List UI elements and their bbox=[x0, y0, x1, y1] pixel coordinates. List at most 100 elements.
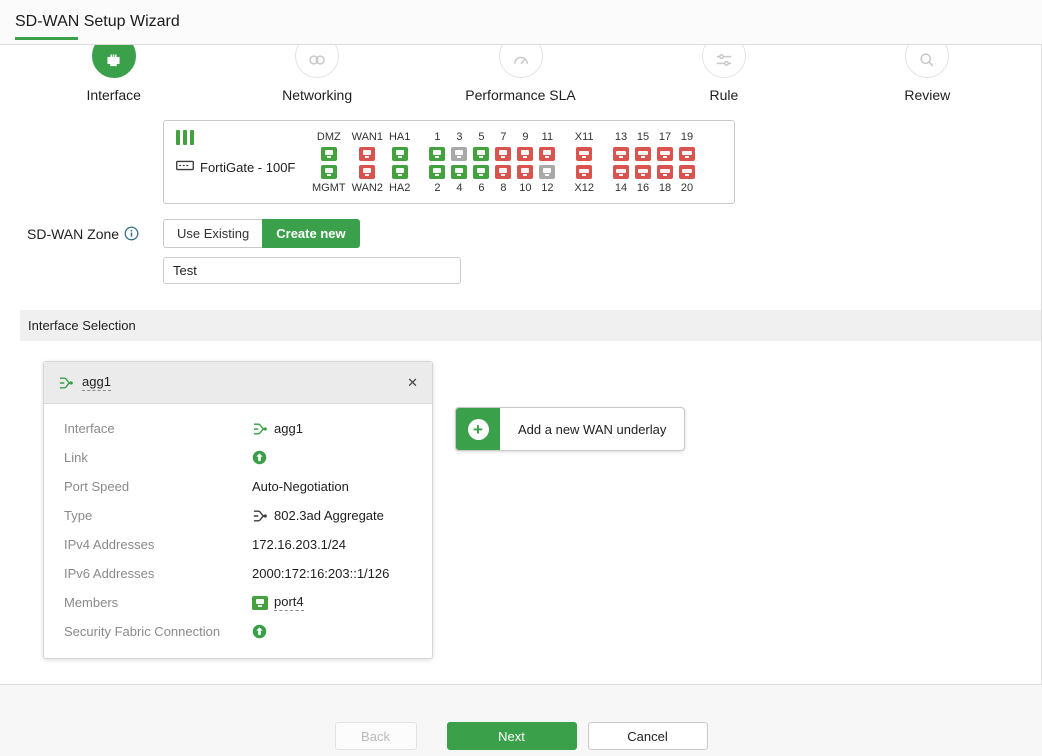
port-label: 10 bbox=[519, 181, 531, 196]
port-11-icon bbox=[539, 147, 555, 161]
step-performance-sla[interactable]: Performance SLA bbox=[419, 45, 622, 103]
port-12-icon bbox=[539, 165, 555, 179]
add-wan-underlay-button[interactable]: + Add a new WAN underlay bbox=[455, 407, 685, 451]
link-up-icon bbox=[252, 450, 267, 465]
step-networking[interactable]: Networking bbox=[215, 45, 418, 103]
info-icon[interactable] bbox=[124, 226, 139, 241]
port-column-15: 1516 bbox=[635, 130, 651, 196]
port-20-icon bbox=[679, 165, 695, 179]
back-button[interactable]: Back bbox=[335, 722, 417, 750]
card-row-value: 802.3ad Aggregate bbox=[252, 508, 384, 523]
port-column-1: 12 bbox=[429, 130, 445, 196]
next-button[interactable]: Next bbox=[447, 722, 577, 750]
port-column-WAN1: WAN1WAN2 bbox=[352, 130, 383, 196]
port-label: 12 bbox=[541, 181, 553, 196]
zone-name-input[interactable] bbox=[163, 257, 461, 284]
port-5-icon bbox=[473, 147, 489, 161]
port-column-7: 78 bbox=[495, 130, 511, 196]
port-X12-icon bbox=[576, 165, 592, 179]
step-label: Rule bbox=[710, 87, 739, 103]
wizard-footer: Back Next Cancel bbox=[0, 685, 1042, 750]
port-7-icon bbox=[495, 147, 511, 161]
networking-icon bbox=[307, 50, 327, 70]
card-row-label: IPv6 Addresses bbox=[64, 566, 252, 581]
port-label: 6 bbox=[478, 181, 484, 196]
close-icon[interactable]: ✕ bbox=[407, 375, 418, 391]
interface-selection-area: agg1 ✕ Interfaceagg1LinkPort SpeedAuto-N… bbox=[0, 341, 1041, 659]
port-column-DMZ: DMZMGMT bbox=[312, 130, 346, 196]
performance-sla-icon bbox=[511, 50, 531, 70]
port-9-icon bbox=[517, 147, 533, 161]
port-label: 19 bbox=[681, 130, 693, 145]
add-wan-underlay-label: Add a new WAN underlay bbox=[500, 422, 684, 437]
wizard-steps: Interface Networking Performance SLA Rule Re… bbox=[0, 45, 1041, 103]
port-label: 5 bbox=[478, 130, 484, 145]
card-row-label: Link bbox=[64, 450, 252, 465]
port-DMZ-icon bbox=[321, 147, 337, 161]
port-label: 13 bbox=[615, 130, 627, 145]
device-info: FortiGate - 100F bbox=[176, 130, 312, 196]
card-row: Security Fabric Connection bbox=[44, 617, 432, 646]
card-row: Type802.3ad Aggregate bbox=[44, 501, 432, 530]
port-16-icon bbox=[635, 165, 651, 179]
port-label: 1 bbox=[434, 130, 440, 145]
step-review[interactable]: Review bbox=[826, 45, 1029, 103]
step-rule[interactable]: Rule bbox=[622, 45, 825, 103]
device-name: FortiGate - 100F bbox=[200, 160, 295, 175]
plus-icon: + bbox=[456, 407, 500, 451]
step-label: Performance SLA bbox=[465, 87, 576, 103]
sdwan-zone-row: SD-WAN Zone Use Existing Create new bbox=[0, 219, 1041, 248]
interface-card-title: agg1 bbox=[82, 374, 111, 391]
port-HA2-icon bbox=[392, 165, 408, 179]
port-label: 4 bbox=[456, 181, 462, 196]
card-row-value bbox=[252, 450, 273, 465]
card-row-value: 2000:172:16:203::1/126 bbox=[252, 566, 389, 581]
port-HA1-icon bbox=[392, 147, 408, 161]
port-label: 18 bbox=[659, 181, 671, 196]
link-up-icon bbox=[252, 624, 267, 639]
port-label: 11 bbox=[542, 130, 553, 145]
zone-mode-toggle: Use Existing Create new bbox=[163, 219, 360, 248]
card-row-value: port4 bbox=[252, 594, 304, 611]
port-label: HA1 bbox=[389, 130, 410, 145]
port-label: 3 bbox=[456, 130, 462, 145]
port-label: MGMT bbox=[312, 181, 346, 196]
fortigate-device-icon bbox=[176, 159, 194, 175]
port-label: HA2 bbox=[389, 181, 410, 196]
cancel-button[interactable]: Cancel bbox=[588, 722, 708, 750]
port-4-icon bbox=[451, 165, 467, 179]
port-19-icon bbox=[679, 147, 695, 161]
interface-card-body: Interfaceagg1LinkPort SpeedAuto-Negotiat… bbox=[44, 404, 432, 658]
port-label: X12 bbox=[574, 181, 594, 196]
device-port-map: DMZMGMTWAN1WAN2HA1HA2123456789101112X11X… bbox=[312, 130, 724, 196]
port-column-13: 1314 bbox=[613, 130, 629, 196]
port-18-icon bbox=[657, 165, 673, 179]
port-label: 17 bbox=[659, 130, 671, 145]
wizard-panel: Interface Networking Performance SLA Rule Re… bbox=[0, 45, 1042, 685]
port-label: 2 bbox=[434, 181, 440, 196]
step-label: Networking bbox=[282, 87, 352, 103]
port-label: 8 bbox=[500, 181, 506, 196]
device-status-bars-icon bbox=[176, 130, 312, 145]
port-column-HA1: HA1 HA2 bbox=[389, 130, 410, 196]
port-column-19: 1920 bbox=[679, 130, 695, 196]
port-column-11: 11 12 bbox=[539, 130, 555, 196]
aggregate-icon bbox=[58, 376, 74, 390]
interface-icon bbox=[104, 51, 123, 70]
card-row: Port SpeedAuto-Negotiation bbox=[44, 472, 432, 501]
create-new-button[interactable]: Create new bbox=[262, 219, 359, 248]
port-label: 7 bbox=[500, 130, 506, 145]
zone-name-row bbox=[163, 257, 1041, 284]
port-label: WAN2 bbox=[352, 181, 383, 196]
card-row: IPv6 Addresses2000:172:16:203::1/126 bbox=[44, 559, 432, 588]
card-row: IPv4 Addresses172.16.203.1/24 bbox=[44, 530, 432, 559]
card-row-value: Auto-Negotiation bbox=[252, 479, 349, 494]
card-row: Link bbox=[44, 443, 432, 472]
port-label: 16 bbox=[637, 181, 649, 196]
card-row-label: Security Fabric Connection bbox=[64, 624, 252, 639]
use-existing-button[interactable]: Use Existing bbox=[163, 219, 262, 248]
step-interface[interactable]: Interface bbox=[12, 45, 215, 103]
card-row-label: Interface bbox=[64, 421, 252, 436]
port-10-icon bbox=[517, 165, 533, 179]
aggregate-dark-icon bbox=[252, 509, 268, 523]
